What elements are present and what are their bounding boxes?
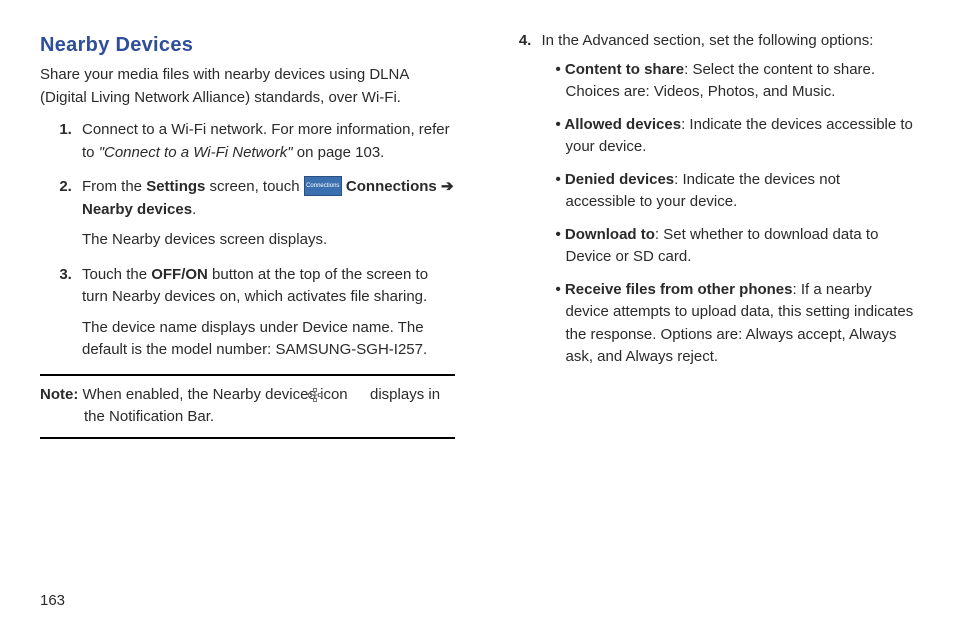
step2-settings: Settings	[146, 178, 205, 195]
step2-b: screen, touch	[205, 178, 303, 195]
step3-offon: OFF/ON	[151, 266, 208, 283]
note-label: Note:	[40, 386, 78, 403]
b1-label: Content to share	[565, 61, 684, 78]
step-3: Touch the OFF/ON button at the top of th…	[76, 264, 455, 362]
step-1: Connect to a Wi-Fi network. For more inf…	[76, 119, 455, 164]
bullet-allowed-devices: Allowed devices: Indicate the devices ac…	[556, 114, 915, 159]
section-heading: Nearby Devices	[40, 30, 455, 60]
step-4: In the Advanced section, set the followi…	[536, 30, 915, 369]
bullet-download-to: Download to: Set whether to download dat…	[556, 224, 915, 269]
step2-end: .	[192, 201, 196, 218]
step2-sub: The Nearby devices screen displays.	[82, 229, 455, 252]
b2-label: Allowed devices	[564, 116, 681, 133]
steps-list-right: In the Advanced section, set the followi…	[500, 30, 915, 369]
bullet-denied-devices: Denied devices: Indicate the devices not…	[556, 169, 915, 214]
page-number: 163	[40, 592, 65, 609]
bullet-receive-files: Receive files from other phones: If a ne…	[556, 279, 915, 369]
connections-icon: Connections	[304, 176, 342, 196]
page-content: Nearby Devices Share your media files wi…	[0, 0, 954, 570]
step1-text-b: on page 103.	[293, 144, 385, 161]
step2-nearby: Nearby devices	[82, 201, 192, 218]
b5-label: Receive files from other phones	[565, 281, 793, 298]
step4-intro: In the Advanced section, set the followi…	[542, 32, 874, 49]
step3-sub: The device name displays under Device na…	[82, 317, 455, 362]
intro-text: Share your media files with nearby devic…	[40, 64, 455, 109]
right-column: In the Advanced section, set the followi…	[500, 30, 915, 560]
step-2: From the Settings screen, touch Connecti…	[76, 176, 455, 252]
note-body: Note: When enabled, the Nearby devices i…	[40, 384, 455, 429]
note-block: Note: When enabled, the Nearby devices i…	[40, 374, 455, 439]
bullet-content-to-share: Content to share: Select the content to …	[556, 59, 915, 104]
arrow-icon: ➔	[441, 178, 454, 195]
step2-a: From the	[82, 178, 146, 195]
step1-link: "Connect to a Wi-Fi Network"	[99, 144, 293, 161]
step2-connections: Connections	[342, 178, 441, 195]
nearby-devices-icon	[352, 387, 366, 401]
b4-label: Download to	[565, 226, 655, 243]
left-column: Nearby Devices Share your media files wi…	[40, 30, 455, 560]
b3-label: Denied devices	[565, 171, 674, 188]
step3-a: Touch the	[82, 266, 151, 283]
step4-bullets: Content to share: Select the content to …	[542, 59, 915, 369]
steps-list-left: Connect to a Wi-Fi network. For more inf…	[40, 119, 455, 362]
